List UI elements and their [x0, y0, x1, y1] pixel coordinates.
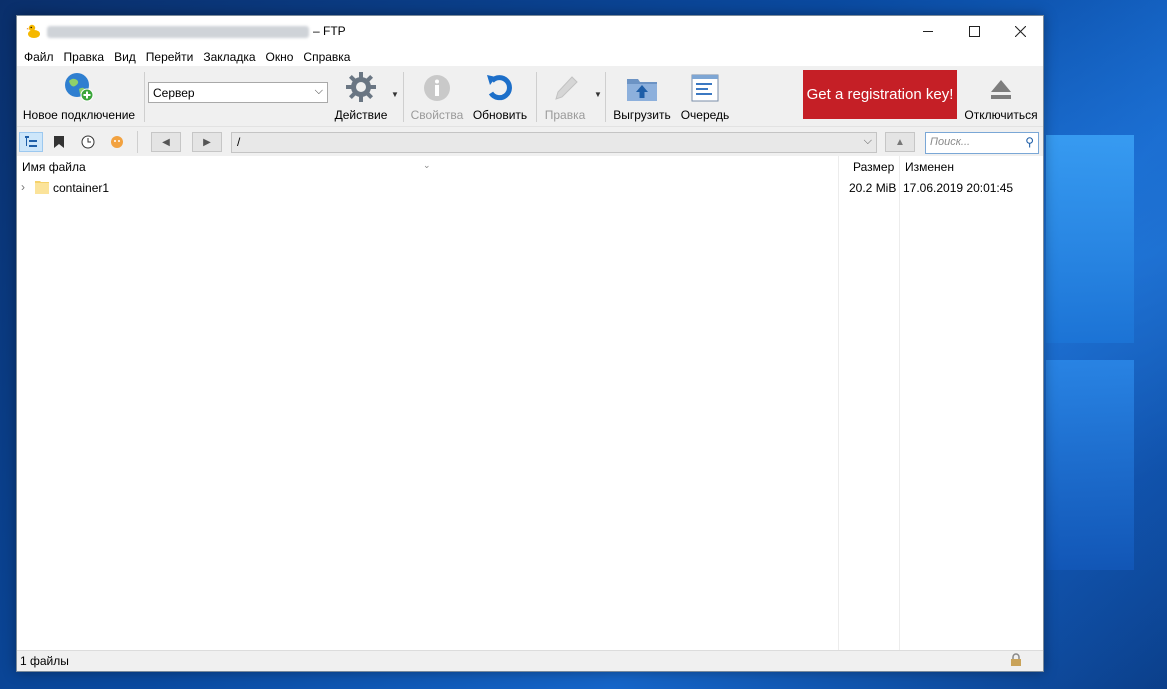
gear-icon — [346, 72, 376, 102]
eject-icon — [991, 80, 1011, 99]
desktop-logo-pane — [1046, 135, 1134, 343]
globe-add-icon — [65, 73, 94, 102]
menu-bookmark[interactable]: Закладка — [198, 50, 260, 64]
bookmark-icon — [54, 136, 64, 148]
column-divider — [899, 156, 900, 652]
refresh-label: Обновить — [472, 108, 528, 122]
info-icon — [424, 75, 450, 101]
search-input[interactable]: Поиск... ⚲ — [925, 132, 1039, 154]
disconnect-label: Отключиться — [964, 108, 1038, 122]
app-window: – FTP Файл Правка Вид Перейти Закладка О… — [16, 15, 1044, 672]
queue-button[interactable]: Очередь — [679, 66, 731, 126]
browser-view-button[interactable] — [19, 132, 43, 152]
folder-icon — [35, 181, 49, 194]
maximize-button[interactable] — [951, 16, 997, 47]
menu-go[interactable]: Перейти — [141, 50, 199, 64]
upload-button[interactable]: Выгрузить — [610, 66, 674, 126]
server-select-value: Сервер — [153, 86, 195, 100]
navigation-bar: ◀ ▶ / ⌵ ▲ Поиск... ⚲ — [17, 127, 1043, 158]
bonjour-icon — [111, 136, 123, 148]
file-size: 20.2 MiB — [849, 181, 897, 195]
bonjour-view-button[interactable] — [105, 132, 129, 152]
menu-file[interactable]: Файл — [19, 50, 59, 64]
column-size[interactable]: Размер — [853, 160, 894, 174]
queue-label: Очередь — [680, 108, 730, 122]
sort-chevron-icon: ⌄ — [423, 160, 431, 170]
edit-dropdown-icon[interactable]: ▼ — [594, 90, 602, 99]
properties-label: Свойства — [410, 108, 464, 122]
toolbar: Новое подключение Сервер ⌵ Действие ▼ Св… — [17, 66, 1043, 127]
minimize-button[interactable] — [905, 16, 951, 47]
close-button[interactable] — [997, 16, 1043, 47]
clock-icon — [81, 135, 95, 149]
file-list-header: Имя файла ⌄ Размер Изменен — [17, 156, 1043, 176]
parent-folder-button[interactable]: ▲ — [885, 132, 915, 152]
chevron-down-icon: ⌵ — [314, 85, 323, 97]
back-button[interactable]: ◀ — [151, 132, 181, 152]
path-value: / — [237, 135, 241, 149]
upload-folder-icon — [627, 79, 657, 101]
triangle-up-icon: ▲ — [895, 136, 905, 148]
file-name: container1 — [53, 181, 110, 195]
bookmarks-view-button[interactable] — [47, 132, 71, 152]
forward-button[interactable]: ▶ — [192, 132, 222, 152]
desktop-background — [1040, 0, 1167, 689]
toolbar-separator — [403, 72, 404, 122]
desktop-logo-pane — [1046, 360, 1134, 570]
chevron-down-icon: ⌵ — [863, 135, 872, 147]
disconnect-button[interactable]: Отключиться — [961, 66, 1041, 126]
menu-bar: Файл Правка Вид Перейти Закладка Окно Сп… — [17, 47, 1043, 66]
duck-icon — [26, 24, 40, 38]
table-row[interactable]: › container1 20.2 MiB 17.06.2019 20:01:4… — [17, 178, 1043, 198]
column-name[interactable]: Имя файла — [22, 160, 86, 174]
chevron-right-icon[interactable]: › — [21, 180, 25, 194]
minimize-icon — [923, 31, 933, 32]
search-icon: ⚲ — [1025, 135, 1034, 149]
menu-help[interactable]: Справка — [298, 50, 355, 64]
file-modified: 17.06.2019 20:01:45 — [903, 181, 1014, 195]
triangle-right-icon: ▶ — [203, 136, 211, 148]
lock-icon — [1011, 653, 1021, 666]
refresh-icon — [487, 75, 512, 101]
menu-window[interactable]: Окно — [261, 50, 299, 64]
title-redacted — [47, 26, 309, 38]
toolbar-separator — [144, 72, 145, 122]
server-select[interactable]: Сервер ⌵ — [148, 82, 328, 103]
action-dropdown-icon[interactable]: ▼ — [391, 90, 399, 99]
column-divider — [838, 156, 839, 652]
column-modified[interactable]: Изменен — [905, 160, 954, 174]
new-connection-button[interactable]: Новое подключение — [20, 66, 138, 126]
registration-key-button[interactable]: Get a registration key! — [803, 70, 957, 119]
title-bar: – FTP — [17, 16, 1043, 47]
upload-label: Выгрузить — [613, 108, 671, 122]
file-list: Имя файла ⌄ Размер Изменен › container1 … — [17, 156, 1043, 652]
window-title: – FTP — [313, 24, 346, 38]
menu-edit[interactable]: Правка — [59, 50, 110, 64]
edit-label: Правка — [544, 108, 586, 122]
path-select[interactable]: / ⌵ — [231, 132, 877, 153]
status-bar: 1 файлы — [17, 650, 1043, 671]
properties-button[interactable]: Свойства — [409, 66, 465, 126]
search-placeholder: Поиск... — [930, 136, 971, 148]
history-view-button[interactable] — [76, 132, 100, 152]
menu-view[interactable]: Вид — [109, 50, 141, 64]
edit-button[interactable]: Правка — [541, 66, 589, 126]
triangle-left-icon: ◀ — [162, 136, 170, 148]
status-text: 1 файлы — [20, 654, 69, 668]
tree-view-icon — [25, 136, 37, 147]
new-connection-label: Новое подключение — [22, 108, 136, 122]
pencil-icon — [555, 76, 578, 100]
action-button[interactable]: Действие — [333, 66, 389, 126]
refresh-button[interactable]: Обновить — [471, 66, 529, 126]
action-label: Действие — [334, 108, 388, 122]
maximize-icon — [968, 26, 980, 37]
queue-list-icon — [691, 74, 719, 102]
toolbar-separator — [536, 72, 537, 122]
toolbar-separator — [605, 72, 606, 122]
navbar-separator — [137, 131, 138, 153]
close-icon — [1014, 26, 1026, 37]
